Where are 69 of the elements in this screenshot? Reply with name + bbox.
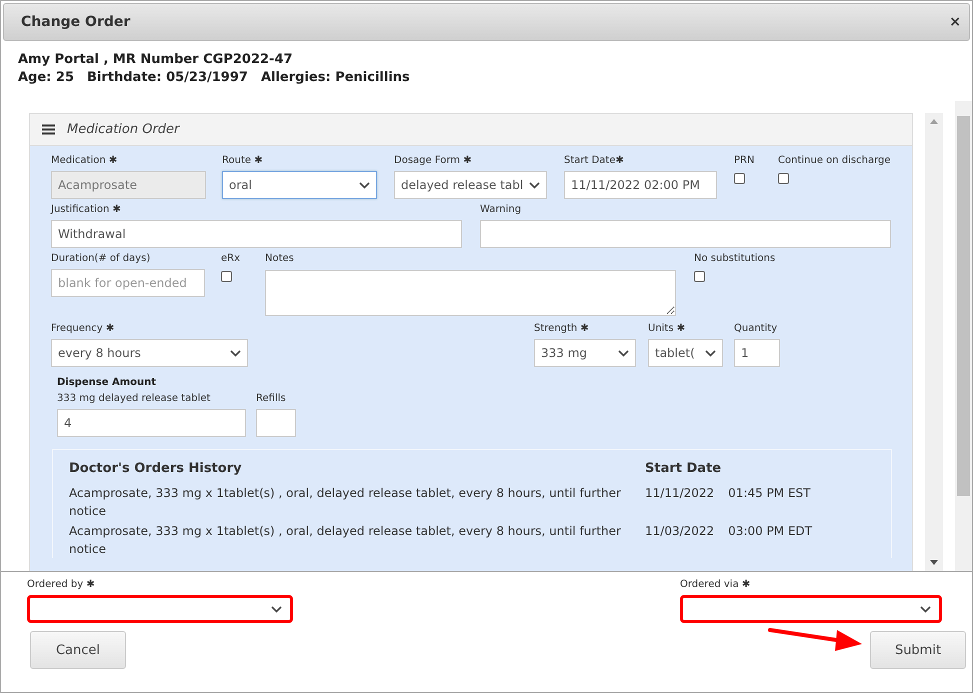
dropdown[interactable]: oral (222, 171, 377, 199)
dropdown[interactable]: 333 mg (534, 339, 636, 367)
field-label: PRN (734, 154, 756, 167)
field-label: Medication ✱ (51, 154, 118, 167)
scroll-up-icon[interactable] (930, 119, 938, 124)
patient-detail: Allergies: Penicillins (260, 69, 410, 87)
patient-detail: Birthdate: 05/23/1997 (87, 69, 248, 87)
caret-icon (230, 350, 241, 356)
menu-icon[interactable] (42, 124, 55, 135)
checkbox[interactable] (778, 173, 789, 184)
notes-field[interactable] (265, 270, 676, 316)
field-label: Dosage Form ✱ (394, 154, 473, 167)
field-label: Route ✱ (222, 154, 264, 167)
checkbox[interactable] (694, 271, 705, 282)
dropdown[interactable]: every 8 hours (51, 339, 248, 367)
text-field[interactable]: 11/11/2022 02:00 PM (564, 171, 717, 199)
checkbox[interactable] (221, 271, 232, 282)
column-header: Start Date (645, 460, 722, 478)
field-label: Strength ✱ (534, 322, 590, 335)
field-label: Continue on discharge (778, 154, 891, 167)
text-field[interactable] (480, 220, 891, 248)
action-button[interactable]: Submit (870, 631, 966, 669)
patient-name: Amy Portal , MR Number CGP2022-47 (18, 51, 294, 69)
caret-icon (618, 350, 629, 356)
text-field[interactable] (256, 409, 296, 437)
field-label: Notes (265, 252, 295, 265)
field-label: Refills (256, 392, 287, 405)
text-field[interactable]: 4 (57, 409, 246, 437)
scrollbar[interactable] (955, 101, 972, 571)
checkbox[interactable] (734, 173, 745, 184)
scrollbar[interactable] (925, 113, 943, 571)
section-title: Dispense Amount (57, 377, 158, 388)
dropdown[interactable]: tablet( (648, 339, 723, 367)
caret-icon (705, 350, 716, 356)
patient-detail: Age: 25 (18, 69, 74, 87)
window-title: Change Order (21, 14, 130, 30)
caret-icon (529, 182, 540, 188)
text-field[interactable]: Withdrawal (51, 220, 462, 248)
text-field[interactable]: blank for open-ended (51, 269, 205, 297)
order-text: Acamprosate, 333 mg x 1tablet(s) , oral, delayed release tablet, every 8 hours, until further notice (69, 485, 622, 520)
scroll-down-icon[interactable] (930, 560, 938, 565)
field-label: eRx (221, 252, 242, 265)
field-label: Justification ✱ (51, 203, 122, 216)
order-time: 03:00 PM EDT (728, 523, 812, 540)
order-text: Acamprosate, 333 mg x 1tablet(s) , oral, delayed release tablet, every 8 hours, until further notice (69, 523, 622, 558)
field-label: Ordered via ✱ (680, 578, 752, 591)
order-time: 01:45 PM EST (728, 485, 811, 502)
order-date: 11/11/2022 (645, 485, 714, 502)
dropdown[interactable]: delayed release tabl (394, 171, 547, 199)
caret-icon (271, 606, 282, 612)
field-label: Warning (480, 203, 522, 216)
dropdown[interactable] (27, 595, 293, 623)
field-label: No substitutions (694, 252, 776, 265)
field-label: Units ✱ (648, 322, 686, 335)
panel-title: Medication Order (67, 122, 180, 137)
caret-icon (920, 606, 931, 612)
field-label: Duration(# of days) (51, 252, 152, 265)
field-label: Ordered by ✱ (27, 578, 96, 591)
caret-icon (359, 182, 370, 188)
text-field[interactable]: 1 (734, 339, 780, 367)
field-label: Start Date✱ (564, 154, 625, 167)
field-label: 333 mg delayed release tablet (57, 392, 212, 405)
column-header: Doctor's Orders History (69, 460, 243, 478)
dropdown[interactable] (680, 595, 942, 623)
field-label: Frequency ✱ (51, 322, 116, 335)
action-button[interactable]: Cancel (30, 631, 126, 669)
order-date: 11/03/2022 (645, 523, 714, 540)
field-label: Quantity (734, 322, 778, 335)
close-button[interactable]: × (949, 14, 961, 30)
